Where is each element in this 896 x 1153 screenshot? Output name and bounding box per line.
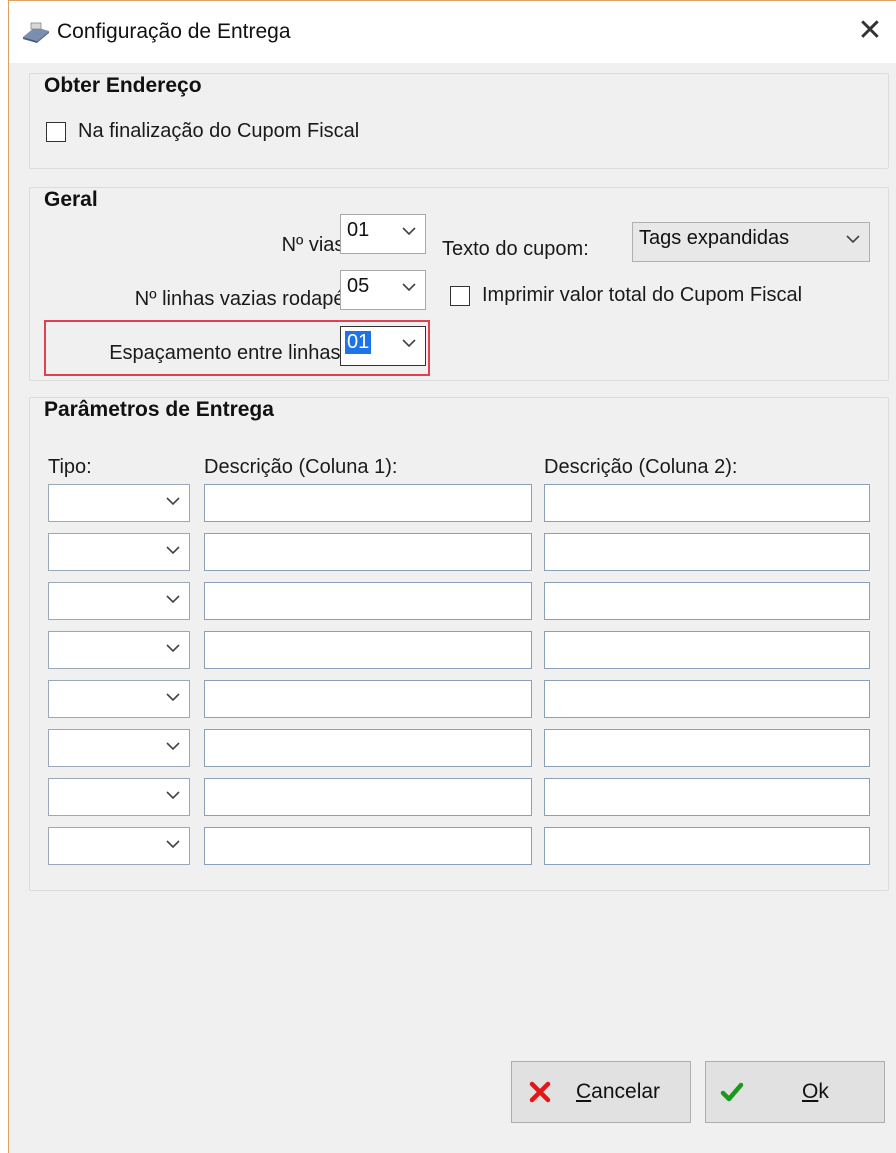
finalizacao-checkbox-label: Na finalização do Cupom Fiscal xyxy=(78,120,360,142)
chevron-down-icon xyxy=(402,227,416,236)
finalizacao-checkbox[interactable] xyxy=(46,122,66,142)
obter-endereco-group: Obter Endereço Na finalização do Cupom F… xyxy=(29,73,889,169)
geral-group: Geral Nº vias: 01 Texto do cupom: Tags e… xyxy=(29,187,889,381)
ok-button-label: Ok xyxy=(802,1080,829,1104)
tipo-combo[interactable] xyxy=(48,582,190,620)
close-icon xyxy=(529,1081,551,1103)
tipo-combo[interactable] xyxy=(48,680,190,718)
texto-cupom-label: Texto do cupom: xyxy=(442,238,589,260)
texto-cupom-combo[interactable]: Tags expandidas xyxy=(632,222,870,262)
title-bar: Configuração de Entrega ✕ xyxy=(9,1,896,63)
desc1-input[interactable] xyxy=(204,680,532,718)
desc1-input[interactable] xyxy=(204,484,532,522)
desc1-input[interactable] xyxy=(204,533,532,571)
ok-label-rest: k xyxy=(818,1080,829,1103)
cancel-mnemonic: C xyxy=(576,1080,592,1103)
espacamento-label: Espaçamento entre linhas: xyxy=(109,342,346,364)
desc2-input[interactable] xyxy=(544,827,870,865)
tipo-combo[interactable] xyxy=(48,533,190,571)
col-tipo-header: Tipo: xyxy=(48,456,92,478)
desc2-input[interactable] xyxy=(544,582,870,620)
col-desc2-header: Descrição (Coluna 2): xyxy=(544,456,738,478)
chevron-down-icon xyxy=(166,546,180,555)
tipo-combo[interactable] xyxy=(48,827,190,865)
chevron-down-icon xyxy=(166,497,180,506)
espacamento-combo[interactable]: 01 xyxy=(340,326,426,366)
n-linhas-label: Nº linhas vazias rodapé: xyxy=(134,288,350,310)
n-linhas-combo[interactable]: 05 xyxy=(340,270,426,310)
desc2-input[interactable] xyxy=(544,778,870,816)
dialog-window: Configuração de Entrega ✕ Obter Endereço… xyxy=(8,0,896,1153)
tipo-combo[interactable] xyxy=(48,484,190,522)
chevron-down-icon xyxy=(166,693,180,702)
parametros-group: Parâmetros de Entrega Tipo: Descrição (C… xyxy=(29,397,889,891)
desc1-input[interactable] xyxy=(204,778,532,816)
cancel-button[interactable]: Cancelar xyxy=(511,1061,691,1123)
delivery-app-icon xyxy=(23,22,49,43)
cancel-label-rest: ancelar xyxy=(591,1080,661,1103)
desc2-input[interactable] xyxy=(544,680,870,718)
chevron-down-icon xyxy=(166,595,180,604)
n-linhas-value: 05 xyxy=(347,275,370,297)
chevron-down-icon xyxy=(166,742,180,751)
geral-title: Geral xyxy=(44,188,98,211)
desc2-input[interactable] xyxy=(544,484,870,522)
desc2-input[interactable] xyxy=(544,729,870,767)
ok-button[interactable]: Ok xyxy=(705,1061,885,1123)
window-title: Configuração de Entrega xyxy=(57,20,291,43)
check-icon xyxy=(720,1082,744,1102)
imprimir-checkbox[interactable] xyxy=(450,286,470,306)
tipo-combo[interactable] xyxy=(48,778,190,816)
desc2-input[interactable] xyxy=(544,631,870,669)
n-vias-value: 01 xyxy=(347,219,370,241)
ok-mnemonic: O xyxy=(802,1080,819,1103)
texto-cupom-value: Tags expandidas xyxy=(639,227,790,249)
desc1-input[interactable] xyxy=(204,582,532,620)
chevron-down-icon xyxy=(402,283,416,292)
tipo-combo[interactable] xyxy=(48,729,190,767)
chevron-down-icon xyxy=(166,644,180,653)
desc1-input[interactable] xyxy=(204,827,532,865)
cancel-button-label: Cancelar xyxy=(576,1080,660,1104)
n-vias-combo[interactable]: 01 xyxy=(340,214,426,254)
obter-endereco-title: Obter Endereço xyxy=(44,74,202,97)
chevron-down-icon xyxy=(846,235,860,244)
chevron-down-icon xyxy=(166,791,180,800)
col-desc1-header: Descrição (Coluna 1): xyxy=(204,456,398,478)
chevron-down-icon xyxy=(402,339,416,348)
parametros-title: Parâmetros de Entrega xyxy=(44,398,274,421)
imprimir-checkbox-label: Imprimir valor total do Cupom Fiscal xyxy=(482,284,803,306)
desc1-input[interactable] xyxy=(204,729,532,767)
close-icon[interactable]: ✕ xyxy=(853,13,887,49)
chevron-down-icon xyxy=(166,840,180,849)
espacamento-value: 01 xyxy=(345,331,372,354)
tipo-combo[interactable] xyxy=(48,631,190,669)
desc1-input[interactable] xyxy=(204,631,532,669)
desc2-input[interactable] xyxy=(544,533,870,571)
